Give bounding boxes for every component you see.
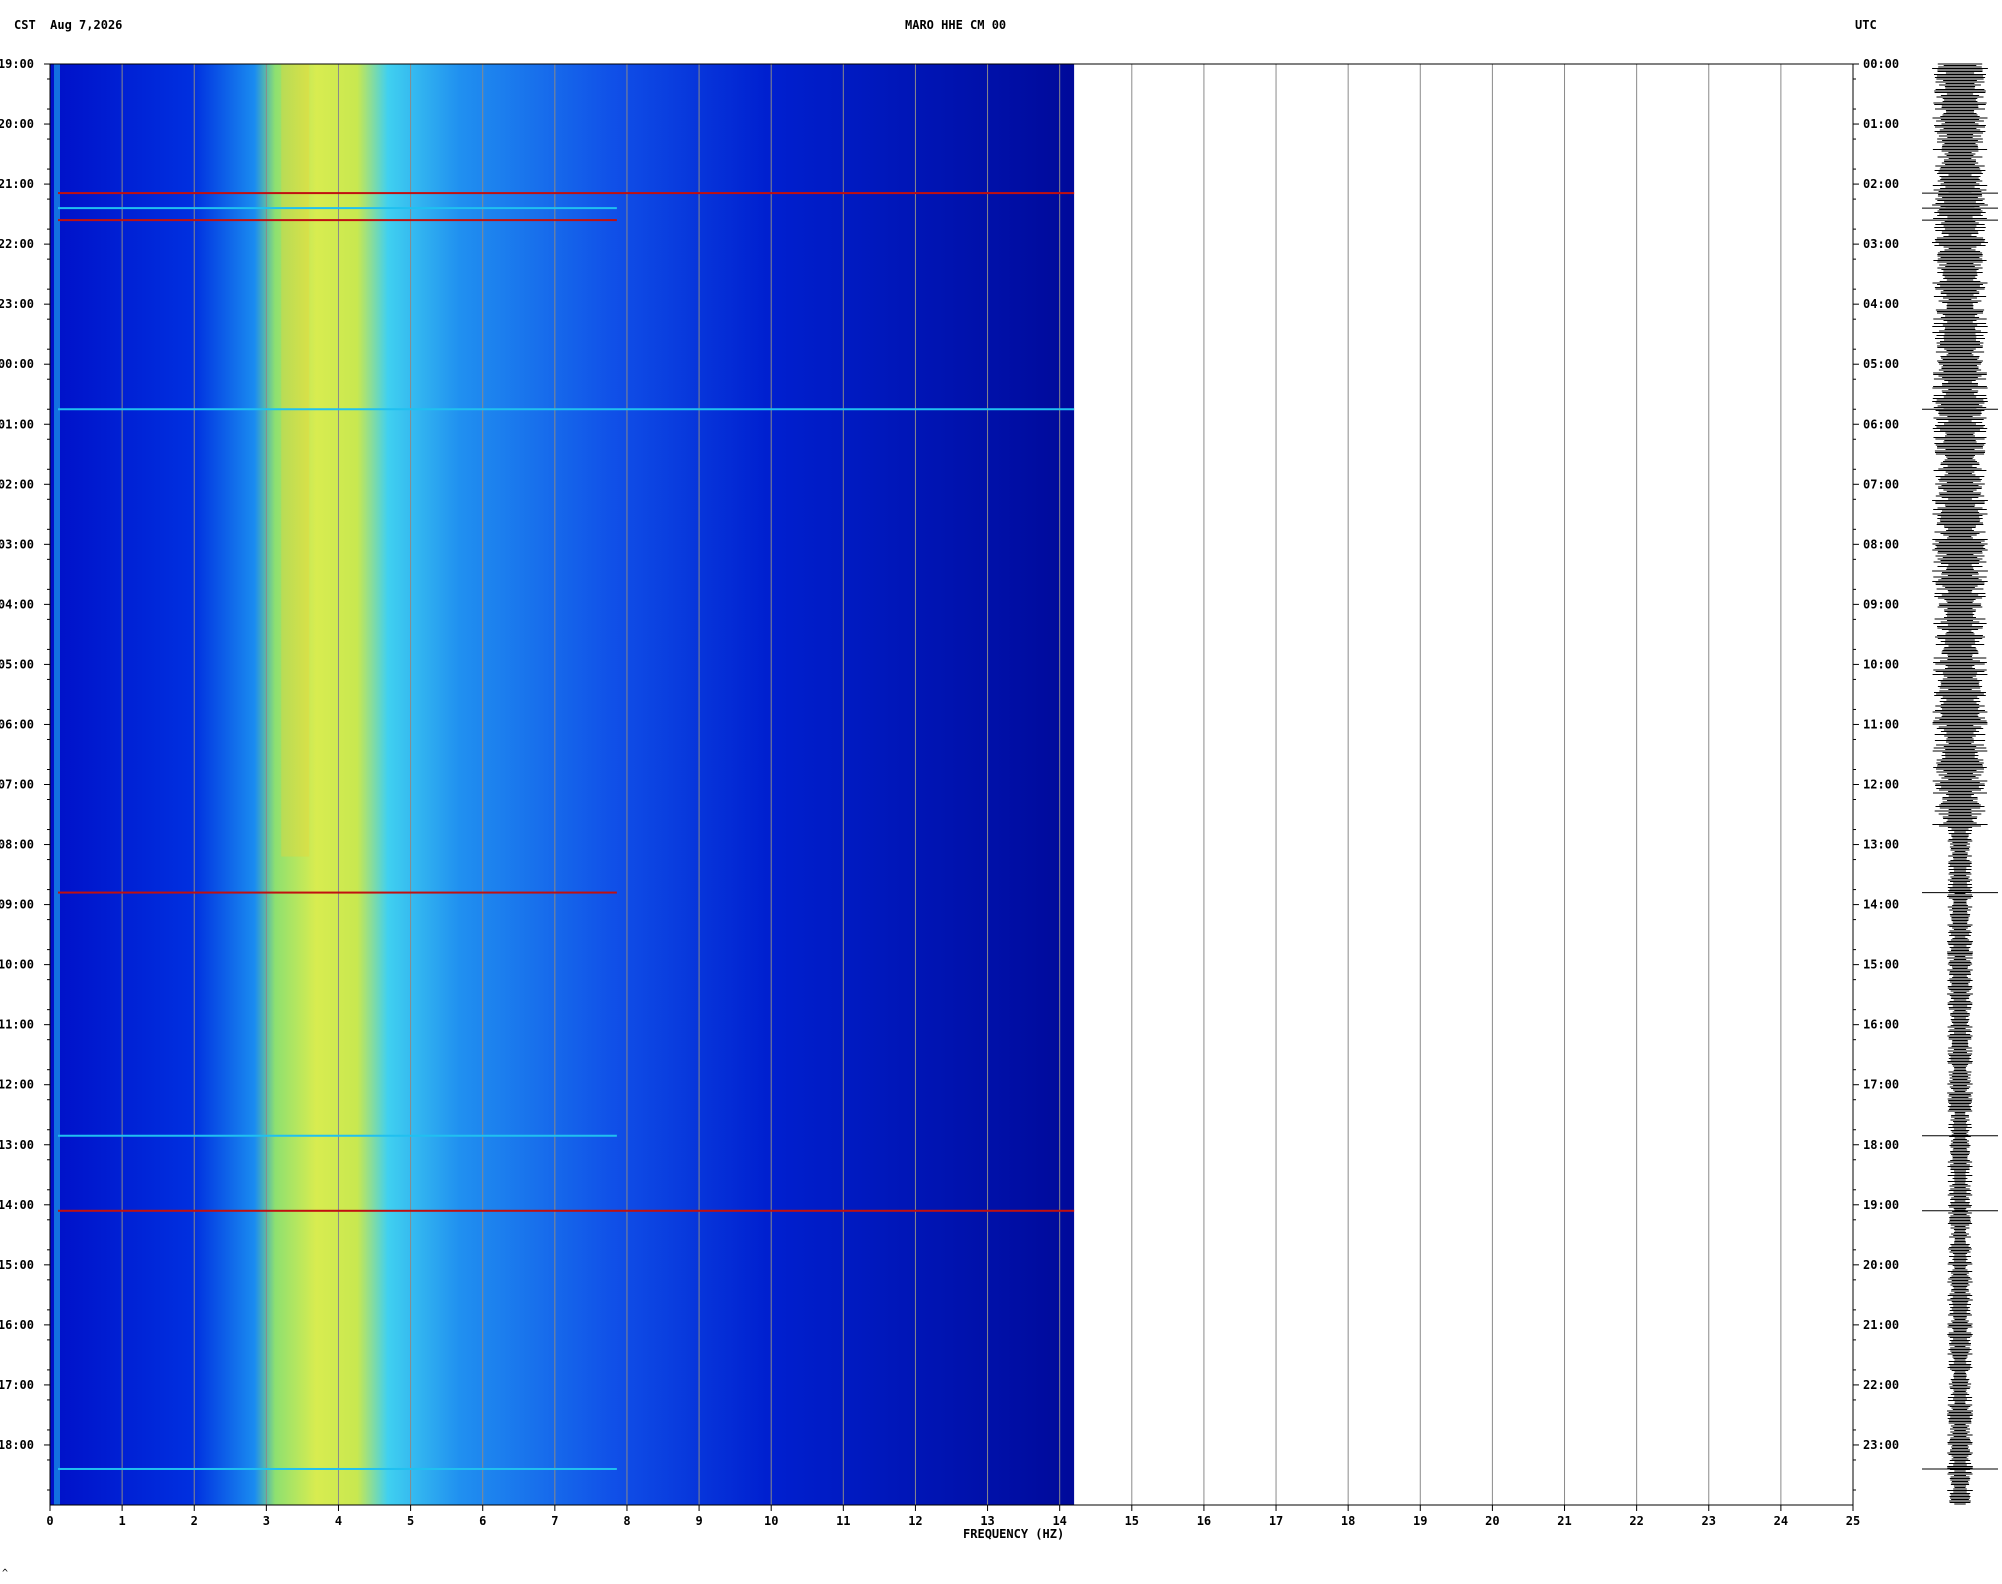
right-time-label: 13:00 xyxy=(1863,838,1899,852)
seismogram-trace xyxy=(1932,63,1988,1505)
peak-highlight xyxy=(281,64,310,857)
x-tick-label: 16 xyxy=(1197,1514,1211,1528)
x-tick-label: 3 xyxy=(263,1514,270,1528)
right-time-label: 16:00 xyxy=(1863,1018,1899,1032)
event-streak xyxy=(58,207,617,210)
left-time-label: 13:00 xyxy=(0,1138,34,1152)
x-tick-label: 13 xyxy=(980,1514,994,1528)
left-time-label: 00:00 xyxy=(0,357,34,371)
x-tick-label: 15 xyxy=(1125,1514,1139,1528)
x-tick-label: 12 xyxy=(908,1514,922,1528)
right-time-label: 06:00 xyxy=(1863,417,1899,431)
right-time-label: 18:00 xyxy=(1863,1138,1899,1152)
right-time-label: 08:00 xyxy=(1863,537,1899,551)
left-time-label: 05:00 xyxy=(0,657,34,671)
x-tick-label: 2 xyxy=(191,1514,198,1528)
left-time-label: 23:00 xyxy=(0,297,34,311)
x-tick-label: 10 xyxy=(764,1514,778,1528)
left-time-label: 09:00 xyxy=(0,898,34,912)
x-tick-label: 17 xyxy=(1269,1514,1283,1528)
left-time-label: 21:00 xyxy=(0,177,34,191)
left-time-label: 11:00 xyxy=(0,1018,34,1032)
event-streak xyxy=(58,1209,1075,1212)
x-tick-label: 9 xyxy=(695,1514,702,1528)
right-time-label: 07:00 xyxy=(1863,477,1899,491)
left-time-label: 07:00 xyxy=(0,778,34,792)
spectrogram-body xyxy=(50,64,1075,1505)
x-tick-label: 4 xyxy=(335,1514,342,1528)
right-time-label: 09:00 xyxy=(1863,597,1899,611)
x-tick-label: 20 xyxy=(1485,1514,1499,1528)
right-time-label: 12:00 xyxy=(1863,778,1899,792)
event-streak xyxy=(58,408,1075,411)
low-frequency-stripe xyxy=(54,64,60,1505)
right-time-label: 23:00 xyxy=(1863,1438,1899,1452)
right-time-label: 10:00 xyxy=(1863,657,1899,671)
x-tick-label: 0 xyxy=(46,1514,53,1528)
right-time-label: 20:00 xyxy=(1863,1258,1899,1272)
event-streak xyxy=(58,891,617,894)
x-tick-label: 7 xyxy=(551,1514,558,1528)
x-tick-label: 1 xyxy=(119,1514,126,1528)
event-streak xyxy=(58,192,1075,195)
right-time-label: 02:00 xyxy=(1863,177,1899,191)
right-time-label: 03:00 xyxy=(1863,237,1899,251)
spectrogram-chart: 0 1 2 3 4 5 6 7 8 9 10 11 12 13 14 15 16 17 18 19 20 21 22 23 24… xyxy=(0,57,1998,1541)
left-time-label: 01:00 xyxy=(0,417,34,431)
left-time-label: 10:00 xyxy=(0,958,34,972)
left-time-label: 15:00 xyxy=(0,1258,34,1272)
x-tick-label: 24 xyxy=(1774,1514,1788,1528)
right-time-label: 04:00 xyxy=(1863,297,1899,311)
left-time-label: 14:00 xyxy=(0,1198,34,1212)
x-tick-label: 6 xyxy=(479,1514,486,1528)
left-time-label: 16:00 xyxy=(0,1318,34,1332)
left-time-label: 20:00 xyxy=(0,117,34,131)
left-time-label: 06:00 xyxy=(0,717,34,731)
left-time-label: 12:00 xyxy=(0,1078,34,1092)
x-tick-label: 14 xyxy=(1052,1514,1066,1528)
right-time-label: 05:00 xyxy=(1863,357,1899,371)
left-time-label: 19:00 xyxy=(0,57,34,71)
event-streak xyxy=(58,1134,617,1137)
x-tick-label: 23 xyxy=(1702,1514,1716,1528)
left-time-label: 02:00 xyxy=(0,477,34,491)
x-tick-label: 11 xyxy=(836,1514,850,1528)
right-time-label: 15:00 xyxy=(1863,958,1899,972)
left-time-label: 08:00 xyxy=(0,838,34,852)
right-time-label: 00:00 xyxy=(1863,57,1899,71)
right-time-label: 14:00 xyxy=(1863,898,1899,912)
event-streak xyxy=(58,1467,617,1470)
right-time-label: 01:00 xyxy=(1863,117,1899,131)
left-time-label: 04:00 xyxy=(0,597,34,611)
left-time-label: 03:00 xyxy=(0,537,34,551)
x-axis-label: FREQUENCY (HZ) xyxy=(963,1527,1064,1541)
x-tick-label: 18 xyxy=(1341,1514,1355,1528)
right-time-label: 17:00 xyxy=(1863,1078,1899,1092)
right-time-label: 21:00 xyxy=(1863,1318,1899,1332)
right-time-label: 11:00 xyxy=(1863,717,1899,731)
left-time-label: 18:00 xyxy=(0,1438,34,1452)
x-tick-label: 25 xyxy=(1846,1514,1860,1528)
x-tick-label: 21 xyxy=(1557,1514,1571,1528)
right-time-label: 19:00 xyxy=(1863,1198,1899,1212)
left-time-label: 22:00 xyxy=(0,237,34,251)
x-tick-label: 8 xyxy=(623,1514,630,1528)
event-streak xyxy=(58,219,617,222)
x-tick-label: 19 xyxy=(1413,1514,1427,1528)
left-time-label: 17:00 xyxy=(0,1378,34,1392)
right-time-label: 22:00 xyxy=(1863,1378,1899,1392)
x-tick-label: 5 xyxy=(407,1514,414,1528)
x-tick-label: 22 xyxy=(1629,1514,1643,1528)
